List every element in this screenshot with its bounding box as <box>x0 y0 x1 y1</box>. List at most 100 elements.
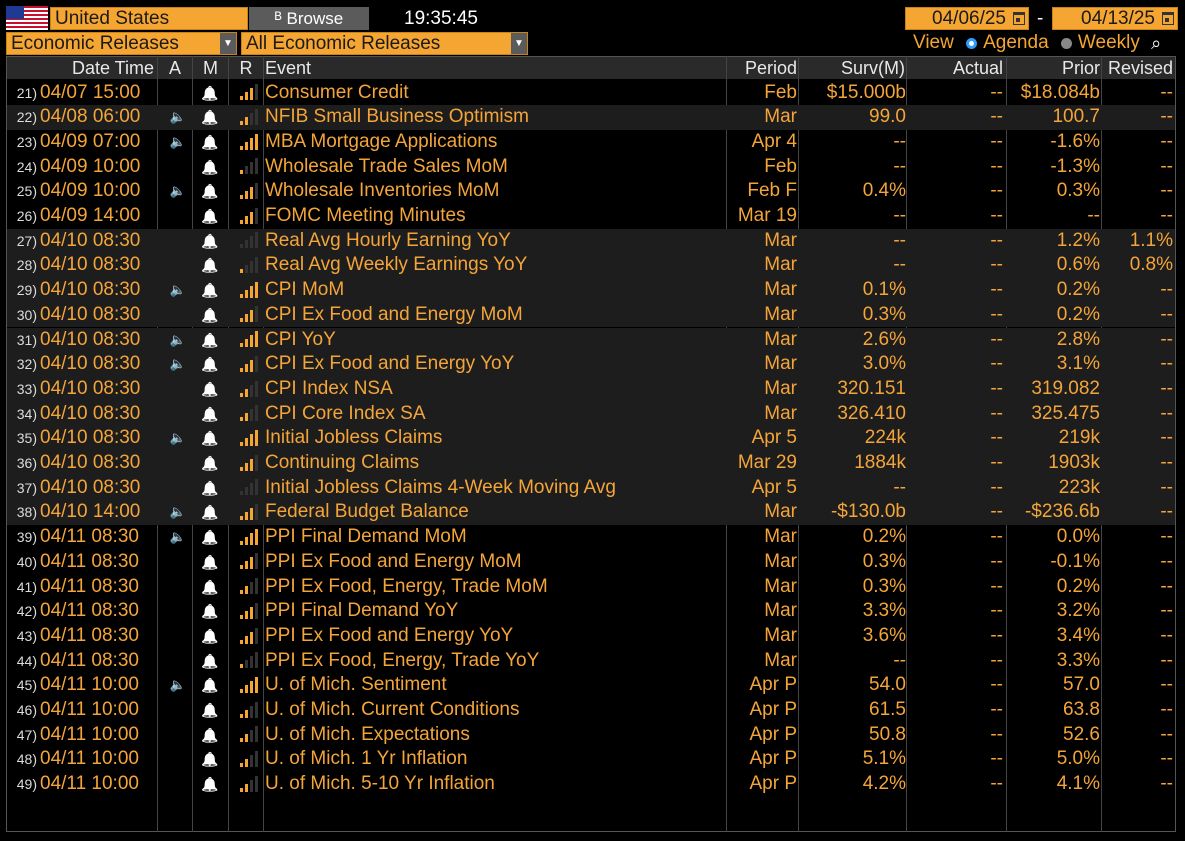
bell-icon[interactable]: 🔔 <box>199 426 221 451</box>
end-date-field[interactable]: 04/13/25 <box>1052 7 1178 30</box>
bell-icon[interactable]: 🔔 <box>199 673 221 698</box>
row-event[interactable]: U. of Mich. Expectations <box>265 723 725 748</box>
table-row[interactable]: 36) 04/10 08:30 🔔 Continuing Claims Mar 29 18… <box>7 451 1175 476</box>
table-row[interactable]: 49) 04/11 10:00 🔔 U. of Mich. 5-10 Yr Infla… <box>7 772 1175 797</box>
table-row[interactable]: 25) 04/09 10:00 🔈 🔔 Wholesale Inventories Mo… <box>7 179 1175 204</box>
table-row[interactable]: 29) 04/10 08:30 🔈 🔔 CPI MoM Mar 0.1% -- 0.2% -- <box>7 278 1175 303</box>
bell-icon[interactable]: 🔔 <box>199 278 221 303</box>
bell-icon[interactable]: 🔔 <box>199 352 221 377</box>
speaker-icon[interactable] <box>167 204 189 229</box>
speaker-icon[interactable] <box>167 723 189 748</box>
weekly-radio[interactable] <box>1060 37 1072 49</box>
col-header-relevance[interactable]: R <box>229 57 263 79</box>
bell-icon[interactable]: 🔔 <box>199 204 221 229</box>
row-event[interactable]: PPI Ex Food, Energy, Trade MoM <box>265 575 725 600</box>
speaker-icon[interactable] <box>167 303 189 328</box>
row-event[interactable]: PPI Final Demand YoY <box>265 599 725 624</box>
row-event[interactable]: U. of Mich. 5-10 Yr Inflation <box>265 772 725 797</box>
speaker-icon[interactable] <box>167 747 189 772</box>
bell-icon[interactable]: 🔔 <box>199 500 221 525</box>
country-field[interactable]: United States <box>50 7 248 30</box>
bell-icon[interactable]: 🔔 <box>199 253 221 278</box>
table-row[interactable]: 22) 04/08 06:00 🔈 🔔 NFIB Small Business Opti… <box>7 105 1175 130</box>
col-header-monitor[interactable]: M <box>193 57 228 79</box>
table-row[interactable]: 39) 04/11 08:30 🔈 🔔 PPI Final Demand MoM Mar 0… <box>7 525 1175 550</box>
bell-icon[interactable]: 🔔 <box>199 649 221 674</box>
row-event[interactable]: CPI Core Index SA <box>265 402 725 427</box>
browse-button[interactable]: ᴮ Browse <box>249 7 369 30</box>
table-row[interactable]: 34) 04/10 08:30 🔔 CPI Core Index SA Mar 326.4… <box>7 401 1175 427</box>
speaker-icon[interactable] <box>167 402 189 427</box>
row-event[interactable]: CPI YoY <box>265 328 725 353</box>
col-header-period[interactable]: Period <box>727 57 797 79</box>
bell-icon[interactable]: 🔔 <box>199 698 221 723</box>
row-event[interactable]: Wholesale Inventories MoM <box>265 179 725 204</box>
table-row[interactable]: 43) 04/11 08:30 🔔 PPI Ex Food and Energy Yo… <box>7 624 1175 649</box>
table-row[interactable]: 26) 04/09 14:00 🔔 FOMC Meeting Minutes Mar 1… <box>7 204 1175 229</box>
bell-icon[interactable]: 🔔 <box>199 377 221 402</box>
bell-icon[interactable]: 🔔 <box>199 451 221 476</box>
col-header-prior[interactable]: Prior <box>1007 57 1100 79</box>
calendar-icon[interactable] <box>1162 12 1174 25</box>
table-row[interactable]: 23) 04/09 07:00 🔈 🔔 MBA Mortgage Application… <box>7 130 1175 155</box>
bell-icon[interactable]: 🔔 <box>199 723 221 748</box>
table-row[interactable]: 38) 04/10 14:00 🔈 🔔 Federal Budget Balance Ma… <box>7 500 1175 526</box>
table-row[interactable]: 40) 04/11 08:30 🔔 PPI Ex Food and Energy Mo… <box>7 550 1175 575</box>
speaker-icon[interactable]: 🔈 <box>167 179 189 204</box>
row-event[interactable]: Initial Jobless Claims 4-Week Moving Avg <box>265 476 725 501</box>
bell-icon[interactable]: 🔔 <box>199 550 221 575</box>
table-row[interactable]: 28) 04/10 08:30 🔔 Real Avg Weekly Earnings … <box>7 253 1175 279</box>
bell-icon[interactable]: 🔔 <box>199 179 221 204</box>
speaker-icon[interactable] <box>167 229 189 254</box>
table-row[interactable]: 41) 04/11 08:30 🔔 PPI Ex Food, Energy, Trad… <box>7 575 1175 600</box>
col-header-event[interactable]: Event <box>265 57 565 79</box>
speaker-icon[interactable] <box>167 624 189 649</box>
row-event[interactable]: Wholesale Trade Sales MoM <box>265 155 725 180</box>
speaker-icon[interactable] <box>167 698 189 723</box>
table-row[interactable]: 27) 04/10 08:30 🔔 Real Avg Hourly Earning Y… <box>7 228 1175 254</box>
speaker-icon[interactable] <box>167 451 189 476</box>
chevron-down-icon[interactable]: ▼ <box>220 33 236 54</box>
row-event[interactable]: Federal Budget Balance <box>265 500 725 525</box>
table-row[interactable]: 48) 04/11 10:00 🔔 U. of Mich. 1 Yr Inflatio… <box>7 747 1175 772</box>
row-event[interactable]: CPI Ex Food and Energy YoY <box>265 352 725 377</box>
table-row[interactable]: 32) 04/10 08:30 🔈 🔔 CPI Ex Food and Energy Y… <box>7 352 1175 377</box>
calendar-icon[interactable] <box>1013 12 1025 25</box>
speaker-icon[interactable]: 🔈 <box>167 130 189 155</box>
row-event[interactable]: CPI Ex Food and Energy MoM <box>265 303 725 328</box>
table-row[interactable]: 37) 04/10 08:30 🔔 Initial Jobless Claims 4-… <box>7 475 1175 501</box>
agenda-radio[interactable] <box>966 37 978 49</box>
bell-icon[interactable]: 🔔 <box>199 525 221 550</box>
bell-icon[interactable]: 🔔 <box>199 105 221 130</box>
table-row[interactable]: 24) 04/09 10:00 🔔 Wholesale Trade Sales MoM… <box>7 155 1175 180</box>
bell-icon[interactable]: 🔔 <box>199 747 221 772</box>
row-event[interactable]: PPI Ex Food and Energy MoM <box>265 550 725 575</box>
table-row[interactable]: 31) 04/10 08:30 🔈 🔔 CPI YoY Mar 2.6% -- 2.8% -- <box>7 327 1175 353</box>
table-row[interactable]: 21) 04/07 15:00 🔔 Consumer Credit Feb $15.000… <box>7 81 1175 106</box>
speaker-icon[interactable] <box>167 476 189 501</box>
row-event[interactable]: PPI Ex Food and Energy YoY <box>265 624 725 649</box>
row-event[interactable]: CPI MoM <box>265 278 725 303</box>
row-event[interactable]: U. of Mich. Sentiment <box>265 673 725 698</box>
agenda-label[interactable]: Agenda <box>983 32 1049 53</box>
row-event[interactable]: MBA Mortgage Applications <box>265 130 725 155</box>
speaker-icon[interactable] <box>167 81 189 106</box>
bell-icon[interactable]: 🔔 <box>199 328 221 353</box>
speaker-icon[interactable] <box>167 772 189 797</box>
col-header-actual[interactable]: Actual <box>907 57 1003 79</box>
row-event[interactable]: PPI Ex Food, Energy, Trade YoY <box>265 649 725 674</box>
speaker-icon[interactable] <box>167 155 189 180</box>
bell-icon[interactable]: 🔔 <box>199 402 221 427</box>
bell-icon[interactable]: 🔔 <box>199 476 221 501</box>
speaker-icon[interactable]: 🔈 <box>167 525 189 550</box>
table-row[interactable]: 30) 04/10 08:30 🔔 CPI Ex Food and Energy Mo… <box>7 302 1175 328</box>
table-row[interactable]: 35) 04/10 08:30 🔈 🔔 Initial Jobless Claims Ap… <box>7 426 1175 451</box>
table-row[interactable]: 42) 04/11 08:30 🔔 PPI Final Demand YoY Mar 3.… <box>7 599 1175 624</box>
bell-icon[interactable]: 🔔 <box>199 624 221 649</box>
speaker-icon[interactable] <box>167 253 189 278</box>
table-row[interactable]: 44) 04/11 08:30 🔔 PPI Ex Food, Energy, Trad… <box>7 649 1175 674</box>
speaker-icon[interactable]: 🔈 <box>167 105 189 130</box>
speaker-icon[interactable]: 🔈 <box>167 328 189 353</box>
table-row[interactable]: 33) 04/10 08:30 🔔 CPI Index NSA Mar 320.151 --… <box>7 376 1175 402</box>
start-date-field[interactable]: 04/06/25 <box>905 7 1029 30</box>
